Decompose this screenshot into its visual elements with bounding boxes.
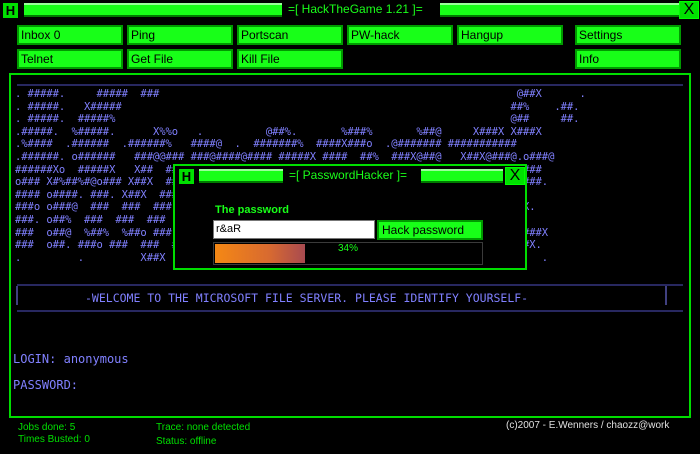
welcome-message: -WELCOME TO THE MICROSOFT FILE SERVER. P…	[85, 291, 529, 305]
info-button[interactable]: Info	[575, 49, 681, 69]
titlebar-stripe-left	[24, 3, 282, 17]
password-input[interactable]: r&aR	[213, 220, 375, 239]
ping-button[interactable]: Ping	[127, 25, 233, 45]
window-close-icon[interactable]: X	[679, 1, 699, 19]
telnet-button[interactable]: Telnet	[17, 49, 123, 69]
hack-progress-bar: 34%	[213, 242, 483, 265]
portscan-button[interactable]: Portscan	[237, 25, 343, 45]
password-hacker-dialog: H =[ PasswordHacker ]= X The password r&…	[173, 164, 527, 270]
jobs-done: Jobs done: 5	[18, 422, 76, 433]
hangup-button[interactable]: Hangup	[457, 25, 563, 45]
getfile-button[interactable]: Get File	[127, 49, 233, 69]
dialog-close-icon[interactable]: X	[505, 167, 525, 185]
hack-password-button[interactable]: Hack password	[377, 220, 483, 240]
window-title: =[ HackTheGame 1.21 ]=	[288, 2, 423, 16]
trace-status: Trace: none detected	[156, 422, 251, 433]
dialog-stripe-left	[199, 169, 283, 183]
app-logo-icon: H	[2, 2, 19, 19]
login-label: LOGIN:	[13, 352, 57, 366]
dialog-logo-icon: H	[178, 168, 195, 185]
inbox-button[interactable]: Inbox 0	[17, 25, 123, 45]
login-value: anonymous	[63, 352, 129, 366]
dialog-title: =[ PasswordHacker ]=	[289, 168, 408, 182]
connection-status: Status: offline	[156, 436, 217, 447]
password-field-label: The password	[215, 204, 289, 216]
killfile-button[interactable]: Kill File	[237, 49, 343, 69]
dialog-stripe-right	[421, 169, 503, 183]
credits-text: (c)2007 - E.Wenners / chaozz@work	[506, 420, 670, 431]
password-label: PASSWORD:	[13, 378, 79, 392]
pwhack-button[interactable]: PW-hack	[347, 25, 453, 45]
password-line[interactable]: PASSWORD:	[13, 378, 78, 392]
main-titlebar[interactable]: H =[ HackTheGame 1.21 ]= X	[0, 0, 700, 21]
times-busted: Times Busted: 0	[18, 434, 90, 445]
titlebar-stripe-right	[440, 3, 692, 17]
hack-progress-text: 34%	[337, 243, 358, 254]
settings-button[interactable]: Settings	[575, 25, 681, 45]
login-line: LOGIN: anonymous	[13, 352, 129, 366]
